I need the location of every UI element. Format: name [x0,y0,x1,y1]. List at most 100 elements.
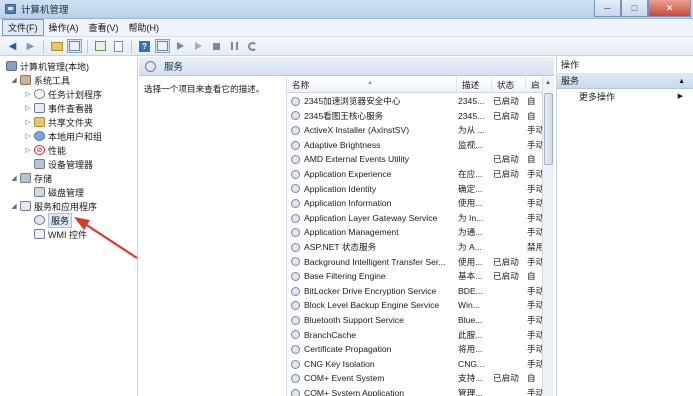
gear-icon [145,60,156,72]
service-name: BranchCache [304,329,357,340]
gear-icon [291,228,300,238]
table-row[interactable]: 2345加速浏览器安全中心 2345... 已启动自 [287,94,542,109]
tree-event-viewer[interactable]: ▷ 事件查看器 [24,101,93,115]
scrollbar-thumb[interactable] [544,93,553,165]
service-name-cell: 2345看图王核心服务 [291,109,457,124]
menu-file[interactable]: 文件(F) [2,19,44,36]
tree-services[interactable]: 服务 [32,212,73,228]
table-row[interactable]: BitLocker Drive Encryption Service BDE...… [287,284,542,299]
service-status [493,225,525,240]
action-pane-icon[interactable] [155,39,170,53]
table-row[interactable]: Adaptive Brightness 监视... 手动 [287,138,542,153]
tree-system-tools[interactable]: ◢ 系统工具 [10,73,70,87]
service-name: 2345加速浏览器安全中心 [304,96,401,106]
close-button[interactable]: ✕ [648,0,691,17]
more-actions-label: 更多操作 [579,92,616,102]
submenu-arrow-icon: ▶ [677,93,683,100]
table-scrollbar[interactable]: ▲ [542,77,554,396]
table-row[interactable]: AMD External Events Utility 已启动自 [287,152,542,167]
stop-service-icon[interactable] [209,39,224,53]
service-name-cell: AMD External Events Utility [291,152,457,167]
column-status[interactable]: 状态 [492,77,526,93]
column-startup[interactable]: 启 [526,77,542,93]
collapse-icon[interactable]: ◢ [10,174,18,182]
service-name-cell: Background Intelligent Transfer Ser... [291,255,457,270]
table-row[interactable]: ASP.NET 状态服务 为 A... 禁用 [287,240,542,255]
table-row[interactable]: Background Intelligent Transfer Ser... 使用… [287,255,542,270]
table-row[interactable]: Application Information 使用... 手动 [287,196,542,211]
actions-pane: 操作 服务 ▲ 更多操作 ▶ [556,57,693,396]
title-bar: 计算机管理 ─ □ ✕ [0,0,693,19]
table-row[interactable]: Application Layer Gateway Service 为 In...… [287,211,542,226]
menu-view[interactable]: 查看(V) [84,20,124,35]
menu-help[interactable]: 帮助(H) [124,20,165,35]
service-status [493,123,525,138]
start-alt-icon[interactable] [191,39,206,53]
column-description[interactable]: 描述 [457,77,492,93]
table-row[interactable]: Certificate Propagation 将用... 手动 [287,342,542,357]
tree-task-scheduler[interactable]: ▷ 任务计划程序 [24,87,102,101]
service-description: BDE... [458,285,483,296]
table-row[interactable]: Bluetooth Support Service Blue... 手动 [287,313,542,328]
table-row[interactable]: BranchCache 此服... 手动 [287,328,542,343]
column-name[interactable]: 名称 ▲ [287,77,457,93]
table-row[interactable]: Application Experience 在应... 已启动手动 [287,167,542,182]
tree-performance[interactable]: ▷ ⊘ 性能 [24,143,66,157]
table-row[interactable]: COM+ Event System 支持... 已启动自 [287,371,542,386]
restart-service-icon[interactable] [245,39,260,53]
tree-root[interactable]: 计算机管理(本地) [4,59,89,73]
collapse-icon[interactable]: ◢ [10,76,18,84]
service-name-cell: COM+ Event System [291,371,457,386]
event-viewer-icon [34,103,45,113]
collapse-icon[interactable]: ◢ [10,202,18,210]
up-folder-icon[interactable] [49,39,64,53]
service-startup-type: 禁用 [527,242,542,252]
expand-icon[interactable]: ▷ [24,90,32,98]
actions-services-section[interactable]: 服务 ▲ [557,74,693,89]
toolbar-separator [87,39,88,53]
service-name: Application Layer Gateway Service [304,212,438,223]
collapse-caret-icon[interactable]: ▲ [678,74,685,89]
service-startup-type: 自 [527,154,536,165]
service-name: COM+ Event System [304,373,385,384]
pause-service-icon[interactable] [227,39,242,53]
table-row[interactable]: Application Management 为通... 手动 [287,225,542,240]
table-row[interactable]: Block Level Backup Engine Service Win... 手… [287,298,542,313]
help-icon[interactable]: ? [137,39,152,53]
expand-icon[interactable]: ▷ [24,104,32,112]
table-row[interactable]: Base Filtering Engine 基本... 已启动自 [287,269,542,284]
tree-disk-management[interactable]: 磁盘管理 [32,185,84,199]
expand-icon[interactable]: ▷ [24,118,32,126]
scroll-up-icon[interactable]: ▲ [545,80,551,86]
tree-storage[interactable]: ◢ 存储 [10,171,52,185]
expand-icon[interactable]: ▷ [24,146,32,154]
show-tree-icon[interactable] [67,39,82,53]
refresh-icon[interactable] [93,39,108,53]
table-row[interactable]: ActiveX Installer (AxInstSV) 为从 ... 手动 [287,123,542,138]
service-description: 管理... [458,388,483,396]
table-row[interactable]: CNG Key Isolation CNG... 手动 [287,357,542,372]
minimize-button[interactable]: ─ [594,0,621,17]
back-arrow-icon[interactable]: ◀ [5,39,20,53]
tree-device-manager[interactable]: 设备管理器 [32,157,93,171]
more-actions[interactable]: 更多操作 ▶ [557,89,693,105]
performance-icon: ⊘ [34,145,45,155]
tree-wmi[interactable]: WMI 控件 [32,227,87,241]
menu-action[interactable]: 操作(A) [44,20,84,35]
expand-icon[interactable]: ▷ [24,132,32,140]
menu-bar: 文件(F) 操作(A) 查看(V) 帮助(H) [0,19,693,37]
storage-icon [20,173,31,183]
service-name: Certificate Propagation [304,344,392,355]
service-status [493,298,525,313]
service-name-cell: Application Layer Gateway Service [291,211,457,226]
table-row[interactable]: Application Identity 确定... 手动 [287,182,542,197]
start-service-icon[interactable] [173,39,188,53]
table-row[interactable]: COM+ System Application 管理... 手动 [287,386,542,396]
forward-arrow-icon[interactable]: ▶ [23,39,38,53]
tree-shared-folders[interactable]: ▷ 共享文件夹 [24,115,93,129]
tree-services-apps[interactable]: ◢ 服务和应用程序 [10,199,97,213]
export-list-icon[interactable] [111,39,126,53]
maximize-button[interactable]: □ [621,0,648,17]
table-row[interactable]: 2345看图王核心服务 2345... 已启动自 [287,109,542,124]
tree-local-users[interactable]: ▷ 本地用户和组 [24,129,102,143]
